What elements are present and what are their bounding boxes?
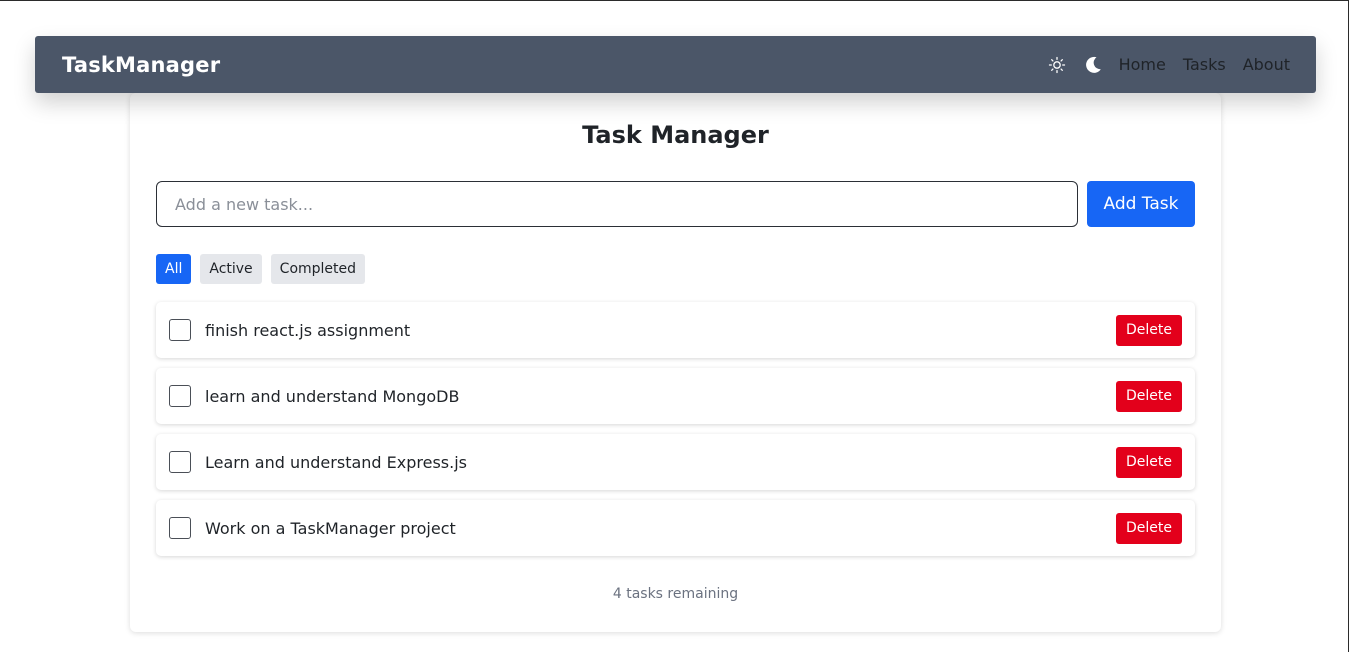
task-text: finish react.js assignment [205, 320, 411, 340]
task-text: learn and understand MongoDB [205, 386, 460, 406]
task-item: learn and understand MongoDB Delete [156, 368, 1195, 424]
task-checkbox[interactable] [169, 385, 191, 407]
task-manager-card: Task Manager Add Task All Active Complet… [130, 93, 1221, 632]
task-list: finish react.js assignment Delete learn … [156, 302, 1195, 566]
nav-link-about[interactable]: About [1243, 55, 1290, 74]
task-item: Work on a TaskManager project Delete [156, 500, 1195, 556]
task-item: finish react.js assignment Delete [156, 302, 1195, 358]
delete-task-button[interactable]: Delete [1116, 380, 1182, 412]
moon-icon[interactable] [1083, 55, 1103, 75]
task-checkbox[interactable] [169, 319, 191, 341]
brand-logo[interactable]: TaskManager [62, 53, 220, 77]
window-top-border [0, 0, 1355, 1]
task-item-left: Learn and understand Express.js [169, 451, 467, 473]
filter-all-button[interactable]: All [156, 254, 192, 284]
delete-task-button[interactable]: Delete [1116, 314, 1182, 346]
filter-active-button[interactable]: Active [200, 254, 262, 284]
page-title: Task Manager [582, 121, 769, 149]
task-item-left: learn and understand MongoDB [169, 385, 459, 407]
task-item-left: Work on a TaskManager project [169, 517, 456, 539]
task-item-left: finish react.js assignment [169, 319, 410, 341]
navbar: TaskManager Home Tasks About [35, 36, 1316, 93]
task-item: Learn and understand Express.js Delete [156, 434, 1195, 490]
add-task-button[interactable]: Add Task [1087, 181, 1195, 227]
nav-right: Home Tasks About [1048, 55, 1290, 75]
task-checkbox[interactable] [169, 517, 191, 539]
delete-task-button[interactable]: Delete [1116, 446, 1182, 478]
filter-completed-button[interactable]: Completed [270, 254, 366, 284]
filter-bar: All Active Completed [156, 254, 366, 284]
task-text: Work on a TaskManager project [205, 518, 456, 538]
sun-icon[interactable] [1048, 56, 1066, 74]
task-text: Learn and understand Express.js [205, 452, 467, 472]
window-right-border [1348, 0, 1355, 652]
nav-link-tasks[interactable]: Tasks [1183, 55, 1226, 74]
nav-link-home[interactable]: Home [1119, 55, 1166, 74]
delete-task-button[interactable]: Delete [1116, 512, 1182, 544]
task-checkbox[interactable] [169, 451, 191, 473]
new-task-input[interactable] [156, 181, 1078, 227]
tasks-remaining-text: 4 tasks remaining [612, 586, 739, 602]
